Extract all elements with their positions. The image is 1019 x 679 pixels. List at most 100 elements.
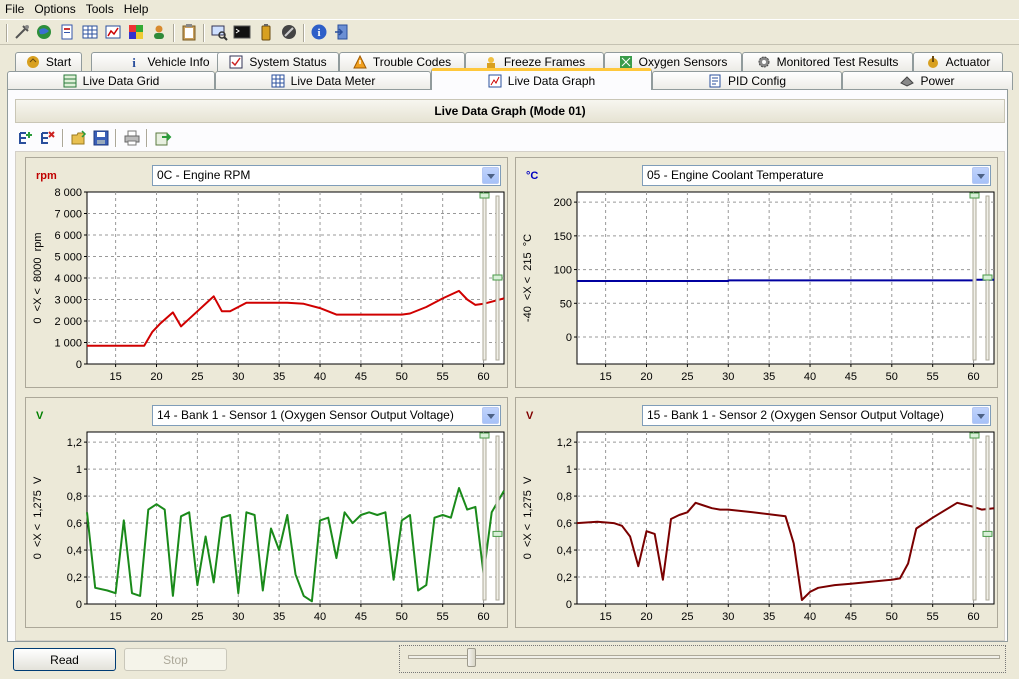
menu-file[interactable]: File bbox=[0, 0, 29, 18]
x-tick-label: 55 bbox=[927, 371, 939, 383]
document-icon[interactable] bbox=[58, 23, 76, 41]
x-tick-label: 15 bbox=[109, 371, 121, 383]
x-tick-label: 35 bbox=[763, 611, 775, 623]
about-icon[interactable]: i bbox=[310, 23, 328, 41]
actuator-icon bbox=[926, 55, 940, 69]
toolbar-separator bbox=[203, 24, 205, 42]
y-axis-range-label: -40 <X < 215 °C bbox=[522, 234, 534, 322]
user-icon[interactable] bbox=[150, 23, 168, 41]
graph-o2s2: 0 0,2 0,4 0,6 0,8 1 1,2 15 20 25 30 35 40 45 50 55 60 0 <… bbox=[522, 431, 995, 623]
globe-icon[interactable] bbox=[35, 23, 53, 41]
tab-label: Trouble Codes bbox=[372, 55, 452, 69]
y-tick-label: 4 000 bbox=[54, 273, 82, 285]
clipboard-icon[interactable] bbox=[180, 23, 198, 41]
y-axis-range-label: 0 <X < 1,275 V bbox=[32, 476, 44, 559]
graph-icon bbox=[488, 74, 502, 88]
open-folder-icon[interactable] bbox=[70, 129, 88, 147]
y-tick-label: 0,8 bbox=[67, 491, 82, 503]
y-axis-range-label: 0 <X < 1,275 V bbox=[522, 476, 534, 559]
x-tick-label: 45 bbox=[355, 371, 367, 383]
range-slider-thumb[interactable] bbox=[492, 530, 503, 537]
range-slider-thumb[interactable] bbox=[982, 530, 993, 537]
y-tick-label: 2 000 bbox=[54, 316, 82, 328]
y-tick-label: 1,2 bbox=[557, 437, 572, 449]
level-slider-track bbox=[482, 195, 487, 361]
x-tick-label: 20 bbox=[150, 371, 162, 383]
slider-thumb[interactable] bbox=[467, 648, 477, 667]
y-tick-label: 6 000 bbox=[54, 230, 82, 242]
range-slider-thumb[interactable] bbox=[982, 274, 993, 281]
x-tick-label: 30 bbox=[232, 611, 244, 623]
y-tick-label: 0,2 bbox=[67, 572, 82, 584]
level-slider-thumb-top[interactable] bbox=[969, 432, 980, 439]
level-slider-thumb-top[interactable] bbox=[479, 432, 490, 439]
tab-label: PID Config bbox=[727, 74, 787, 88]
config-icon bbox=[708, 74, 722, 88]
graph-coolant: 0 50 100 150 200 15 20 25 30 35 40 45 50 55 60 -40 <X <… bbox=[522, 191, 995, 383]
menu-options[interactable]: Options bbox=[29, 0, 80, 18]
menu-tools[interactable]: Tools bbox=[81, 0, 119, 18]
x-tick-label: 60 bbox=[477, 611, 489, 623]
tab-live-data-grid[interactable]: Live Data Grid bbox=[7, 71, 215, 90]
monitor-search-icon[interactable] bbox=[210, 23, 228, 41]
tab-label: Actuator bbox=[945, 55, 991, 69]
menu-help[interactable]: Help bbox=[119, 0, 154, 18]
x-tick-label: 45 bbox=[845, 371, 857, 383]
tab-label: Live Data Grid bbox=[82, 74, 160, 88]
grid-view-icon[interactable] bbox=[81, 23, 99, 41]
tab-live-data-graph[interactable]: Live Data Graph bbox=[431, 68, 652, 90]
graph-panel-o2s1: V 14 - Bank 1 - Sensor 1 (Oxygen Sensor O… bbox=[25, 397, 508, 628]
palette-icon[interactable] bbox=[127, 23, 145, 41]
export-icon[interactable] bbox=[154, 129, 172, 147]
range-slider-thumb[interactable] bbox=[492, 274, 503, 281]
meter-icon bbox=[271, 74, 285, 88]
checklist-icon bbox=[229, 55, 243, 69]
y-tick-label: 0,4 bbox=[67, 545, 82, 557]
start-icon bbox=[26, 55, 40, 69]
x-tick-label: 50 bbox=[886, 371, 898, 383]
connect-icon[interactable] bbox=[13, 23, 31, 41]
tab-actuator[interactable]: Actuator bbox=[913, 52, 1003, 71]
stop-sign-icon[interactable] bbox=[280, 23, 298, 41]
grid-icon bbox=[63, 74, 77, 88]
y-tick-label: 0 bbox=[566, 332, 572, 344]
tab-pid-config[interactable]: PID Config bbox=[652, 71, 842, 90]
y-tick-label: 0,6 bbox=[67, 518, 82, 530]
save-icon[interactable] bbox=[92, 129, 110, 147]
range-slider-track bbox=[495, 435, 500, 601]
y-tick-label: 7 000 bbox=[54, 209, 82, 221]
x-tick-label: 25 bbox=[681, 611, 693, 623]
x-tick-label: 40 bbox=[314, 611, 326, 623]
tab-label: Live Data Graph bbox=[507, 73, 596, 88]
x-tick-label: 35 bbox=[273, 371, 285, 383]
live-data-graph-panel: Live Data Graph (Mode 01) rpm 0C - Engine… bbox=[7, 89, 1008, 642]
stop-button[interactable]: Stop bbox=[124, 648, 227, 671]
terminal-icon[interactable] bbox=[233, 23, 251, 41]
info-icon: i bbox=[127, 55, 141, 70]
exit-icon[interactable] bbox=[333, 23, 351, 41]
tab-start[interactable]: Start bbox=[15, 52, 82, 71]
print-icon[interactable] bbox=[123, 129, 141, 147]
graphs-area: rpm 0C - Engine RPM 0 1 000 2 000 3 000 4 000 5… bbox=[15, 151, 1005, 641]
level-slider-thumb-top[interactable] bbox=[479, 192, 490, 199]
y-tick-label: 50 bbox=[560, 298, 572, 310]
svg-text:i: i bbox=[317, 27, 320, 39]
tab-system-status[interactable]: System Status bbox=[217, 52, 339, 71]
y-tick-label: 150 bbox=[554, 231, 572, 243]
toolbar-separator bbox=[62, 129, 64, 147]
remove-graph-icon[interactable] bbox=[39, 129, 57, 147]
graph-toolbar bbox=[15, 127, 1005, 151]
x-tick-label: 30 bbox=[722, 611, 734, 623]
x-tick-label: 55 bbox=[927, 611, 939, 623]
tab-live-data-meter[interactable]: Live Data Meter bbox=[215, 71, 431, 90]
battery-icon[interactable] bbox=[257, 23, 275, 41]
chart-view-icon[interactable] bbox=[104, 23, 122, 41]
tab-power[interactable]: Power bbox=[842, 71, 1013, 90]
add-graph-icon[interactable] bbox=[17, 129, 35, 147]
x-tick-label: 50 bbox=[396, 371, 408, 383]
y-tick-label: 0,6 bbox=[557, 518, 572, 530]
tab-monitored-test-results[interactable]: Monitored Test Results bbox=[742, 52, 913, 71]
level-slider-thumb-top[interactable] bbox=[969, 192, 980, 199]
read-button[interactable]: Read bbox=[13, 648, 116, 671]
time-slider[interactable] bbox=[399, 645, 1006, 673]
